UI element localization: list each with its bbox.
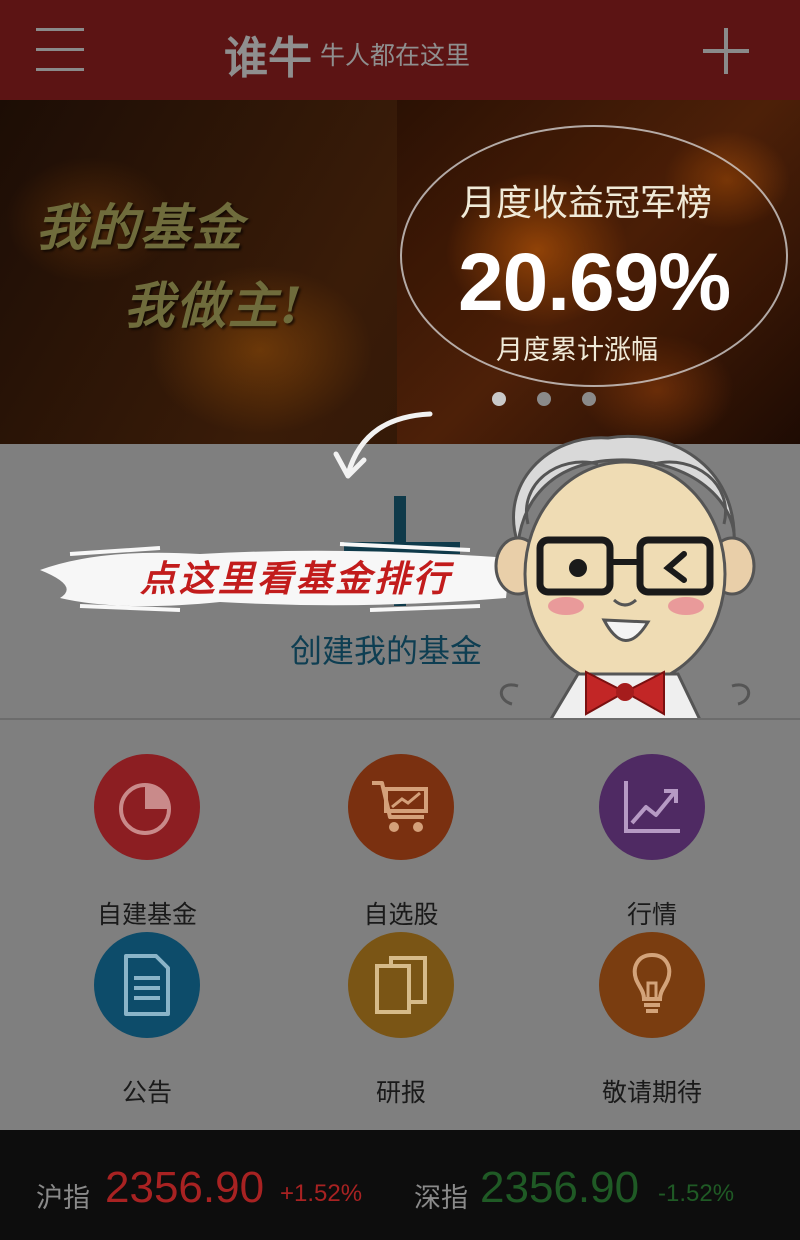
sh-index-change: +1.52% — [280, 1180, 363, 1207]
sz-index-name: 深指 — [414, 1183, 468, 1214]
rank-subtitle: 月度累计涨幅 — [496, 335, 658, 366]
tile-circle — [599, 754, 705, 860]
create-fund-section: 点这里看基金排行 创建我的基金 — [0, 411, 800, 724]
function-grid: 自建基金 自选股 行情 公告 研报 敬请期待 — [0, 720, 800, 1130]
cart-chart-icon — [372, 781, 428, 832]
tile-label: 研报 — [375, 1078, 426, 1107]
line-chart-icon — [624, 781, 680, 833]
tile-watchlist[interactable]: 自选股 — [301, 754, 501, 927]
tile-market-quotes[interactable]: 行情 — [552, 754, 752, 927]
tile-label: 自选股 — [363, 900, 439, 929]
sz-index-change: -1.52% — [658, 1180, 735, 1207]
carousel-dot-2[interactable] — [537, 392, 551, 406]
menu-icon[interactable] — [36, 28, 84, 72]
brand-slogan: 牛人都在这里 — [320, 41, 471, 70]
pie-chart-icon — [119, 783, 171, 835]
mascot-illustration — [494, 434, 756, 724]
tile-circle — [94, 932, 200, 1038]
sh-index-value: 2356.90 — [105, 1163, 265, 1212]
tile-research-reports[interactable]: 研报 — [301, 932, 501, 1105]
promo-banner[interactable]: 我的基金 我做主! 月度收益冠军榜 20.69% 月度累计涨幅 — [0, 100, 800, 444]
banner-slogan-line1: 我的基金 — [36, 198, 244, 257]
tile-circle — [348, 754, 454, 860]
tile-label: 公告 — [121, 1078, 172, 1107]
top-nav-bar: 谁牛 牛人都在这里 — [0, 0, 800, 100]
carousel-dot-3[interactable] — [582, 392, 596, 406]
create-fund-label[interactable]: 创建我的基金 — [290, 626, 482, 672]
tile-circle — [348, 932, 454, 1038]
lightbulb-icon — [632, 953, 672, 1013]
document-icon — [124, 954, 170, 1016]
banner-slogan-line2: 我做主! — [124, 276, 304, 335]
tile-coming-soon[interactable]: 敬请期待 — [552, 932, 752, 1105]
carousel-dot-1[interactable] — [492, 392, 506, 406]
rank-value: 20.69% — [458, 237, 731, 328]
plus-icon[interactable] — [703, 28, 749, 74]
tile-self-built-fund[interactable]: 自建基金 — [47, 754, 247, 927]
tile-label: 自建基金 — [96, 900, 197, 929]
copy-icon — [375, 956, 427, 1014]
tile-circle — [599, 932, 705, 1038]
sh-index-name: 沪指 — [36, 1183, 90, 1214]
index-ticker-bar[interactable]: 沪指 2356.90 +1.52% 深指 2356.90 -1.52% — [0, 1130, 800, 1240]
brand-name: 谁牛 — [224, 33, 312, 84]
arrow-icon — [333, 411, 433, 479]
tile-label: 行情 — [626, 900, 677, 929]
app-brand: 谁牛 牛人都在这里 — [224, 22, 471, 84]
sz-index-value: 2356.90 — [480, 1163, 640, 1212]
tile-circle — [94, 754, 200, 860]
tile-announcements[interactable]: 公告 — [47, 932, 247, 1105]
tile-label: 敬请期待 — [601, 1078, 702, 1107]
rank-title: 月度收益冠军榜 — [460, 183, 713, 224]
fund-ranking-hint[interactable]: 点这里看基金排行 — [140, 550, 452, 602]
